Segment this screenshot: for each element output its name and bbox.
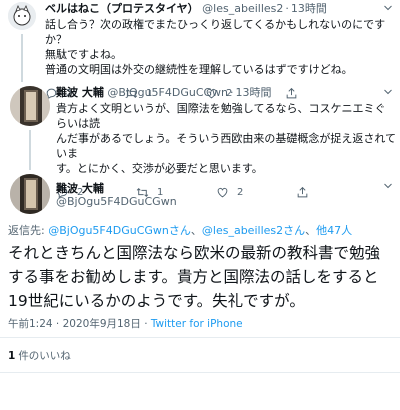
user-handle[interactable]: @les_abeilles2 [202, 2, 283, 15]
tweet-time[interactable]: 13時間 [291, 2, 327, 15]
reply-to-line: 返信先: @BjOgu5F4DGuCGwnさん、@les_abeilles2さん… [8, 224, 353, 237]
thread-connector [21, 34, 23, 82]
main-tweet-text: それときちんと国際法なら欧米の最新の教科書で勉強 する事をお勧めします。貴方と国… [8, 244, 381, 310]
tweet-client-link[interactable]: Twitter for iPhone [151, 318, 243, 330]
display-name[interactable]: ベルはねこ（プロテスタイヤ） [45, 2, 199, 15]
tweet-header: ベルはねこ（プロテスタイヤ） @les_abeilles2 · 13時間 [45, 2, 327, 15]
avatar[interactable] [10, 174, 50, 214]
chevron-down-icon[interactable] [382, 2, 394, 14]
thread-connector [29, 130, 31, 170]
likes-summary[interactable]: 1 件のいいね [8, 348, 71, 363]
divider [0, 372, 400, 373]
user-handle[interactable]: @BjOgu5F4DGuCGwn [107, 86, 228, 99]
user-handle[interactable]: @BjOgu5F4DGuCGwn [56, 195, 177, 208]
share-icon [297, 186, 308, 198]
likes-count: 1 [8, 350, 16, 362]
like-button[interactable]: 2 [216, 186, 296, 199]
avatar[interactable] [10, 86, 50, 126]
tweet-timestamp[interactable]: 午前1:24 · 2020年9月18日 · [8, 318, 151, 330]
chevron-down-icon[interactable] [382, 180, 394, 192]
chevron-down-icon[interactable] [382, 86, 394, 98]
tweet-header: 難波 大輔 @BjOgu5F4DGuCGwn · 13時間 [56, 86, 272, 99]
tweet-time[interactable]: 13時間 [236, 86, 272, 99]
avatar[interactable] [8, 2, 36, 30]
reply-to-user-link[interactable]: @BjOgu5F4DGuCGwnさん [48, 224, 191, 237]
display-name[interactable]: 難波 大輔 [56, 180, 104, 196]
tweet-text: 話し合う？次の政権でまたひっくり返してくるかもしれないのにですか？ 無駄ですよね… [45, 18, 386, 76]
like-icon [217, 187, 228, 198]
tweet-body: 難波 大輔 @BjOgu5F4DGuCGwn · 13時間 貴方よく文明というが、国… [56, 86, 396, 199]
divider [0, 337, 400, 338]
like-count: 2 [237, 187, 244, 198]
tweet-text: 貴方よく文明というが、国際法を勉強してるなら、コスケニエミぐらいは読 んだ事があ… [56, 102, 397, 175]
likes-label: 件のいいね [18, 350, 71, 362]
reply-to-user-link[interactable]: @les_abeilles2さん [202, 224, 305, 237]
thread-tweet-2[interactable]: 難波 大輔 @BjOgu5F4DGuCGwn · 13時間 貴方よく文明というが、国… [0, 84, 400, 199]
share-button[interactable] [296, 186, 376, 199]
thread-tweet-1[interactable]: ベルはねこ（プロテスタイヤ） @les_abeilles2 · 13時間 話し合う？… [0, 0, 400, 100]
display-name[interactable]: 難波 大輔 [56, 86, 104, 99]
reply-to-others-link[interactable]: 他47人 [316, 224, 352, 237]
tweet-metadata: 午前1:24 · 2020年9月18日 · Twitter for iPhone [8, 316, 243, 331]
